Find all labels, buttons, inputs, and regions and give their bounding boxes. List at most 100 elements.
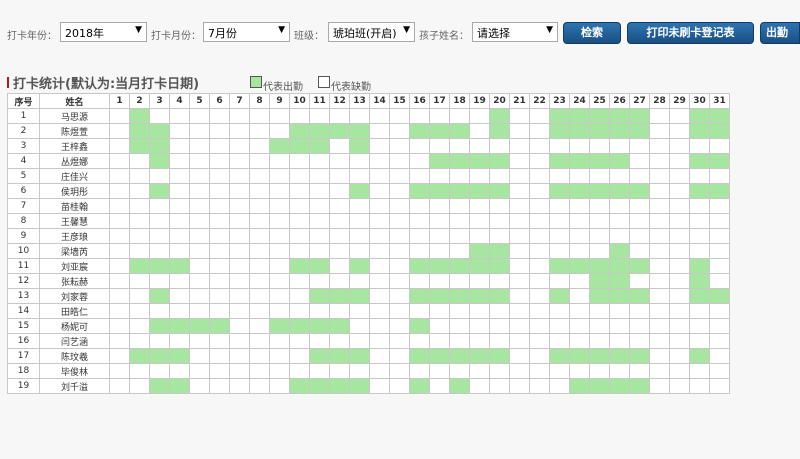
- day-cell-absent: [589, 318, 610, 334]
- day-cell-present: [289, 318, 310, 334]
- day-cell-absent: [349, 363, 370, 379]
- month-select[interactable]: 7月份 ▼: [203, 22, 290, 42]
- header-day: 5: [189, 93, 210, 109]
- day-cell-absent: [449, 333, 470, 349]
- day-cell-present: [629, 123, 650, 139]
- title-marker-icon: [7, 76, 9, 88]
- day-cell-absent: [169, 228, 190, 244]
- day-cell-absent: [369, 123, 390, 139]
- day-cell-absent: [509, 318, 530, 334]
- day-cell-absent: [449, 168, 470, 184]
- day-cell-absent: [649, 213, 670, 229]
- day-cell-absent: [609, 318, 630, 334]
- header-day: 23: [549, 93, 570, 109]
- day-cell-present: [629, 348, 650, 364]
- child-label: 孩子姓名：: [419, 31, 469, 42]
- day-cell-present: [489, 288, 510, 304]
- day-cell-present: [469, 348, 490, 364]
- day-cell-present: [609, 243, 630, 259]
- day-cell-absent: [189, 303, 210, 319]
- header-name: 姓名: [39, 93, 110, 109]
- day-cell-absent: [529, 138, 550, 154]
- print-unswiped-button[interactable]: 打印未刷卡登记表: [627, 22, 754, 44]
- day-cell-absent: [709, 273, 730, 289]
- day-cell-absent: [629, 273, 650, 289]
- day-cell-absent: [229, 318, 250, 334]
- day-cell-absent: [249, 378, 270, 394]
- day-cell-present: [149, 183, 170, 199]
- day-cell-present: [549, 258, 570, 274]
- table-row: 1 马思源: [7, 108, 730, 124]
- day-cell-present: [569, 123, 590, 139]
- day-cell-absent: [389, 273, 410, 289]
- child-select[interactable]: 请选择 ▼: [472, 22, 558, 42]
- day-cell-absent: [669, 123, 690, 139]
- header-day: 2: [129, 93, 150, 109]
- day-cell-present: [309, 123, 330, 139]
- day-cell-absent: [109, 108, 130, 124]
- year-value: 2018年: [65, 27, 104, 40]
- day-cell-absent: [549, 273, 570, 289]
- day-cell-absent: [669, 153, 690, 169]
- day-cell-absent: [689, 228, 710, 244]
- day-cell-absent: [409, 198, 430, 214]
- day-cell-absent: [449, 273, 470, 289]
- day-cell-absent: [669, 108, 690, 124]
- table-row: 6 侯玥彤: [7, 183, 730, 199]
- day-cell-absent: [709, 303, 730, 319]
- day-cell-present: [449, 183, 470, 199]
- day-cell-absent: [389, 123, 410, 139]
- day-cell-absent: [249, 108, 270, 124]
- day-cell-absent: [189, 168, 210, 184]
- day-cell-present: [409, 258, 430, 274]
- day-cell-absent: [709, 363, 730, 379]
- day-cell-absent: [509, 303, 530, 319]
- day-cell-absent: [529, 213, 550, 229]
- day-cell-present: [609, 288, 630, 304]
- day-cell-absent: [489, 168, 510, 184]
- day-cell-present: [149, 318, 170, 334]
- day-cell-absent: [509, 288, 530, 304]
- day-cell-absent: [449, 243, 470, 259]
- day-cell-absent: [209, 378, 230, 394]
- day-cell-absent: [349, 228, 370, 244]
- day-cell-absent: [429, 198, 450, 214]
- day-cell-absent: [369, 378, 390, 394]
- day-cell-present: [169, 348, 190, 364]
- day-cell-absent: [209, 213, 230, 229]
- day-cell-absent: [109, 138, 130, 154]
- day-cell-absent: [569, 333, 590, 349]
- day-cell-absent: [229, 378, 250, 394]
- header-day: 30: [689, 93, 710, 109]
- day-cell-absent: [589, 333, 610, 349]
- day-cell-absent: [709, 333, 730, 349]
- day-cell-absent: [389, 303, 410, 319]
- day-cell-absent: [509, 213, 530, 229]
- day-cell-absent: [689, 363, 710, 379]
- day-cell-present: [289, 258, 310, 274]
- day-cell-absent: [709, 198, 730, 214]
- day-cell-absent: [229, 183, 250, 199]
- day-cell-absent: [569, 168, 590, 184]
- day-cell-absent: [129, 288, 150, 304]
- day-cell-absent: [529, 333, 550, 349]
- day-cell-absent: [369, 303, 390, 319]
- year-select[interactable]: 2018年 ▼: [60, 22, 147, 42]
- day-cell-absent: [669, 258, 690, 274]
- day-cell-present: [609, 378, 630, 394]
- day-cell-present: [329, 318, 350, 334]
- day-cell-absent: [609, 363, 630, 379]
- row-index: 16: [7, 333, 40, 349]
- day-cell-absent: [709, 213, 730, 229]
- day-cell-absent: [509, 138, 530, 154]
- day-cell-absent: [529, 228, 550, 244]
- day-cell-absent: [549, 243, 570, 259]
- class-select[interactable]: 琥珀班(开启) ▼: [328, 22, 415, 42]
- day-cell-absent: [329, 228, 350, 244]
- day-cell-absent: [349, 153, 370, 169]
- day-cell-absent: [149, 213, 170, 229]
- header-day: 20: [489, 93, 510, 109]
- export-button[interactable]: 出勤: [760, 22, 800, 44]
- search-button[interactable]: 检索: [563, 22, 621, 44]
- day-cell-absent: [689, 198, 710, 214]
